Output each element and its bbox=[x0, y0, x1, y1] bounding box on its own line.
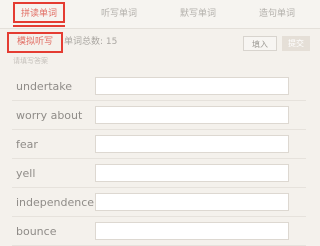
submit-button[interactable]: 提交 bbox=[282, 36, 310, 51]
list-item: worry about bbox=[0, 101, 320, 130]
tab-write-words[interactable]: 默写单词 bbox=[167, 0, 229, 28]
tab-dictation-words[interactable]: 听写单词 bbox=[88, 0, 150, 28]
word-label: undertake bbox=[16, 80, 73, 93]
tab-sentence-words[interactable]: 造句单词 bbox=[246, 0, 308, 28]
word-label: fear bbox=[16, 138, 38, 151]
tab-bar: 拼读单词 听写单词 默写单词 造句单词 bbox=[0, 0, 320, 29]
answer-input[interactable] bbox=[95, 106, 289, 124]
list-item: bounce bbox=[0, 217, 320, 246]
word-label: yell bbox=[16, 167, 36, 180]
fill-button[interactable]: 填入 bbox=[243, 36, 277, 51]
mode-button[interactable]: 模拟听写 bbox=[7, 32, 63, 53]
word-count-label: 单词总数: 15 bbox=[64, 37, 118, 47]
active-tab-underline bbox=[13, 25, 65, 27]
answer-input[interactable] bbox=[95, 222, 289, 240]
list-item: fear bbox=[0, 130, 320, 159]
word-label: independence bbox=[16, 196, 95, 209]
answer-input[interactable] bbox=[95, 164, 289, 182]
list-item: yell bbox=[0, 159, 320, 188]
answer-input[interactable] bbox=[95, 193, 289, 211]
word-label: bounce bbox=[16, 225, 57, 238]
answer-input[interactable] bbox=[95, 135, 289, 153]
section-label: 请填写答案 bbox=[13, 57, 48, 65]
active-tab-highlight bbox=[13, 2, 65, 23]
answer-input[interactable] bbox=[95, 77, 289, 95]
list-item: independence bbox=[0, 188, 320, 217]
list-item: undertake bbox=[0, 72, 320, 101]
toolbar: 模拟听写 单词总数: 15 填入 提交 bbox=[0, 29, 320, 57]
word-label: worry about bbox=[16, 109, 83, 122]
